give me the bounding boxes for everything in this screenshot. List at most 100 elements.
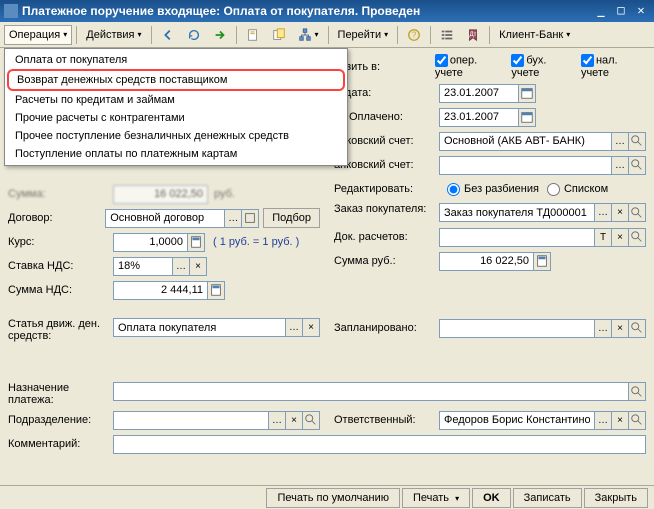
text-button[interactable]: T bbox=[594, 228, 612, 247]
ok-button[interactable]: OK bbox=[472, 488, 511, 508]
article-input[interactable] bbox=[113, 318, 286, 337]
close-button[interactable]: ✕ bbox=[632, 3, 650, 19]
print-default-button[interactable]: Печать по умолчанию bbox=[266, 488, 400, 508]
date-label: к. дата: bbox=[334, 87, 439, 99]
podbor-button[interactable]: Подбор bbox=[263, 208, 320, 228]
select-button[interactable]: … bbox=[285, 318, 303, 337]
contract-input[interactable] bbox=[105, 209, 225, 228]
bank-acct2-input[interactable] bbox=[439, 156, 612, 175]
select-button[interactable]: … bbox=[611, 132, 629, 151]
editing-label: Редактировать: bbox=[334, 183, 439, 195]
purpose-input[interactable] bbox=[113, 382, 629, 401]
open-button[interactable] bbox=[628, 203, 646, 222]
clear-button[interactable]: × bbox=[285, 411, 303, 430]
vat-sum-label: Сумма НДС: bbox=[8, 284, 113, 296]
operation-menu[interactable]: Операция▾ bbox=[4, 25, 72, 45]
comment-input[interactable] bbox=[113, 435, 646, 454]
calendar-icon[interactable] bbox=[518, 84, 536, 103]
summa-label: Сумма: bbox=[8, 188, 113, 200]
reflect-label: разить в: bbox=[334, 61, 435, 73]
clear-button[interactable]: × bbox=[611, 203, 629, 222]
refresh-icon[interactable] bbox=[182, 25, 206, 45]
calc-icon[interactable] bbox=[533, 252, 551, 271]
operation-dropdown: Оплата от покупателя Возврат денежных ср… bbox=[4, 48, 348, 166]
vat-rate-label: Ставка НДС: bbox=[8, 260, 113, 272]
calc-icon[interactable] bbox=[207, 281, 225, 300]
menu-item[interactable]: Оплата от покупателя bbox=[7, 51, 345, 69]
kurs-input[interactable] bbox=[113, 233, 188, 252]
select-button[interactable]: … bbox=[594, 203, 612, 222]
open-button[interactable] bbox=[628, 382, 646, 401]
resp-input[interactable] bbox=[439, 411, 595, 430]
bank-acct-label: анковский счет: bbox=[334, 135, 439, 147]
open-button[interactable] bbox=[628, 228, 646, 247]
toolbar: Операция▾ Действия▾ ▾ Перейти▾ ? Дт Клие… bbox=[0, 22, 654, 48]
vat-rate-input[interactable] bbox=[113, 257, 173, 276]
sum-rub-input[interactable] bbox=[439, 252, 534, 271]
select-button[interactable]: … bbox=[594, 411, 612, 430]
select-button[interactable]: … bbox=[224, 209, 242, 228]
kurs-hint: ( 1 руб. = 1 руб. ) bbox=[213, 236, 299, 248]
close-button[interactable]: Закрыть bbox=[584, 488, 648, 508]
client-bank-menu[interactable]: Клиент-Банк▾ bbox=[494, 25, 575, 45]
nav-back-icon[interactable] bbox=[156, 25, 180, 45]
date-input[interactable] bbox=[439, 84, 519, 103]
menu-item[interactable]: Расчеты по кредитам и займам bbox=[7, 91, 345, 109]
doc-calc-input[interactable] bbox=[439, 228, 595, 247]
window-title: Платежное поручение входящее: Оплата от … bbox=[22, 4, 592, 18]
print-button[interactable]: Печать ▾ bbox=[402, 488, 470, 508]
radio-list[interactable]: Списком bbox=[547, 183, 608, 196]
vat-sum-input[interactable] bbox=[113, 281, 208, 300]
purpose-label: Назначение платежа: bbox=[8, 382, 113, 406]
order-input[interactable] bbox=[439, 203, 595, 222]
help-icon[interactable]: ? bbox=[402, 25, 426, 45]
select-button[interactable]: … bbox=[172, 257, 190, 276]
menu-item[interactable]: Прочие расчеты с контрагентами bbox=[7, 109, 345, 127]
planned-input[interactable] bbox=[439, 319, 595, 338]
comment-label: Комментарий: bbox=[8, 438, 113, 450]
currency-label: руб. bbox=[214, 188, 235, 200]
basis-icon[interactable] bbox=[267, 25, 291, 45]
save-button[interactable]: Записать bbox=[513, 488, 582, 508]
select-button[interactable]: … bbox=[268, 411, 286, 430]
clear-button[interactable]: × bbox=[611, 228, 629, 247]
paid-label[interactable]: Оплачено: bbox=[334, 111, 439, 124]
select-button[interactable]: … bbox=[611, 156, 629, 175]
open-button[interactable] bbox=[241, 209, 259, 228]
menu-item[interactable]: Поступление оплаты по платежным картам bbox=[7, 145, 345, 163]
cb-buh[interactable]: бух. учете bbox=[511, 54, 575, 79]
select-button[interactable]: … bbox=[594, 319, 612, 338]
radio-no-split[interactable]: Без разбиения bbox=[447, 183, 539, 196]
dept-input[interactable] bbox=[113, 411, 269, 430]
menu-item[interactable]: Прочее поступление безналичных денежных … bbox=[7, 127, 345, 145]
minimize-button[interactable]: _ bbox=[592, 3, 610, 19]
cb-oper[interactable]: опер. учете bbox=[435, 54, 506, 79]
structure-icon[interactable]: ▾ bbox=[293, 25, 324, 45]
open-button[interactable] bbox=[628, 156, 646, 175]
summa-input[interactable] bbox=[113, 185, 208, 204]
clear-button[interactable]: × bbox=[302, 318, 320, 337]
bank-acct-input[interactable] bbox=[439, 132, 612, 151]
doc-calc-label: Док. расчетов: bbox=[334, 231, 439, 243]
clear-button[interactable]: × bbox=[189, 257, 207, 276]
goto-menu[interactable]: Перейти▾ bbox=[333, 25, 394, 45]
open-button[interactable] bbox=[628, 411, 646, 430]
open-button[interactable] bbox=[628, 319, 646, 338]
document-icon[interactable] bbox=[241, 25, 265, 45]
go-icon[interactable] bbox=[208, 25, 232, 45]
calendar-icon[interactable] bbox=[518, 108, 536, 127]
menu-item-highlighted[interactable]: Возврат денежных средств поставщиком bbox=[7, 69, 345, 91]
dept-label: Подразделение: bbox=[8, 414, 113, 426]
clear-button[interactable]: × bbox=[611, 319, 629, 338]
resp-label: Ответственный: bbox=[334, 414, 439, 426]
maximize-button[interactable]: □ bbox=[612, 3, 630, 19]
register-icon[interactable]: Дт bbox=[461, 25, 485, 45]
calc-icon[interactable] bbox=[187, 233, 205, 252]
clear-button[interactable]: × bbox=[611, 411, 629, 430]
actions-menu[interactable]: Действия▾ bbox=[81, 25, 146, 45]
list-icon[interactable] bbox=[435, 25, 459, 45]
open-button[interactable] bbox=[302, 411, 320, 430]
paid-date-input[interactable] bbox=[439, 108, 519, 127]
cb-nal[interactable]: нал. учете bbox=[581, 54, 646, 79]
open-button[interactable] bbox=[628, 132, 646, 151]
